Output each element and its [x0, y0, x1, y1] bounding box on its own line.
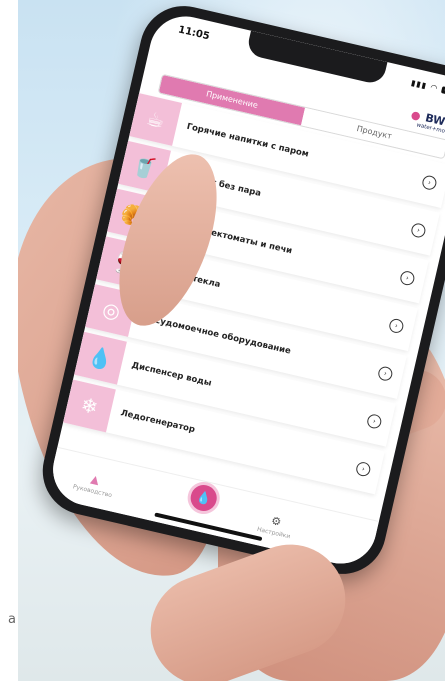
home-button[interactable]: 💧 [184, 478, 223, 518]
tab-guide[interactable]: ▲ Руководство [62, 466, 125, 501]
wifi-icon: ◠ [429, 82, 440, 94]
water-drop-icon: 💧 [194, 489, 213, 507]
water-drop-icon: 💧 [74, 331, 127, 385]
chevron-right-icon[interactable]: › [421, 174, 438, 192]
notch [245, 30, 388, 86]
chevron-right-icon[interactable]: › [354, 460, 372, 478]
coffee-cup-icon: ☕ [129, 93, 182, 146]
photo-background: 11:05 ▮▮▮ ◠ 82 ● BWT water+more Применен… [18, 0, 445, 681]
battery-icon: 82 [440, 86, 445, 97]
chevron-right-icon[interactable]: › [409, 222, 427, 239]
chevron-right-icon[interactable]: › [387, 317, 405, 335]
chevron-right-icon[interactable]: › [365, 413, 383, 430]
status-time: 11:05 [177, 24, 211, 43]
phone-screen: 11:05 ▮▮▮ ◠ 82 ● BWT water+more Применен… [45, 9, 445, 571]
chevron-right-icon[interactable]: › [376, 365, 394, 383]
snowflake-icon: ❄ [63, 379, 116, 433]
chevron-right-icon[interactable]: › [398, 269, 416, 287]
signal-icon: ▮▮▮ [410, 78, 428, 91]
margin-text-fragment: а [8, 612, 16, 627]
brand-drop-icon: ● [409, 107, 423, 123]
phone: 11:05 ▮▮▮ ◠ 82 ● BWT water+more Применен… [33, 0, 445, 583]
status-icons: ▮▮▮ ◠ 82 [410, 78, 445, 97]
